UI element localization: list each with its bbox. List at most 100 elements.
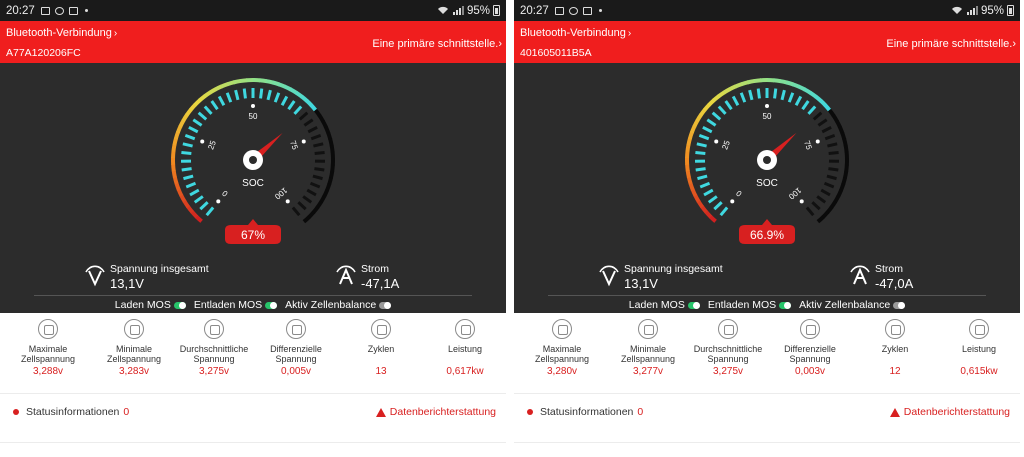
metric-label: Durchschnittliche Spannung <box>179 344 249 364</box>
mail-notification-icon <box>68 6 78 15</box>
app-notification-icon <box>54 6 64 15</box>
cell-balance-toggle[interactable]: Aktiv Zellenbalance <box>285 299 392 311</box>
gauge-ring-segment <box>699 108 707 117</box>
differential-voltage-icon <box>286 319 306 339</box>
status-dot-icon <box>527 409 533 415</box>
gauge-tick <box>696 142 707 148</box>
status-time: 20:27 <box>520 4 549 17</box>
power-icon <box>969 319 989 339</box>
status-info-link[interactable]: Statusinformationen 0 <box>26 406 129 418</box>
gauge-ring-segment <box>327 177 334 186</box>
battery-percent: 95% <box>466 4 490 17</box>
gauge-tick <box>748 89 754 101</box>
soc-label: SOC <box>756 178 778 189</box>
cycles-icon <box>885 319 905 339</box>
max-voltage-icon <box>38 319 58 339</box>
gauge-tick <box>706 118 717 127</box>
current-label: Strom <box>361 263 390 275</box>
status-info-link[interactable]: Statusinformationen 0 <box>540 406 643 418</box>
gauge-ring-segment <box>172 176 179 185</box>
gauge-ring-segment <box>839 183 846 192</box>
metric-value: 3,275v <box>198 366 230 377</box>
gauge-ring-segment <box>328 138 334 147</box>
status-row: Statusinformationen 0 Datenberichterstatt… <box>514 393 1020 443</box>
gauge-ring-segment <box>695 113 703 122</box>
gauge-ring-segment <box>712 94 721 103</box>
gauge-tick <box>807 105 817 115</box>
charge-mos-toggle[interactable]: Laden MOS <box>629 299 700 311</box>
current-icon <box>850 265 870 285</box>
gauge-tick <box>816 195 827 204</box>
gauge-tick <box>309 181 321 189</box>
toggle-switch-off[interactable] <box>379 301 392 309</box>
more-notifications-icon <box>598 9 602 12</box>
gauge-tick <box>827 142 838 148</box>
discharge-mos-toggle[interactable]: Entladen MOS <box>194 299 278 311</box>
gauge-tick <box>192 118 203 127</box>
cycles-icon <box>371 319 391 339</box>
gauge-scale-label: 75 <box>802 139 814 151</box>
status-row: Statusinformationen 0 Datenberichterstatt… <box>0 393 506 443</box>
gauge-tick <box>823 181 835 189</box>
gauge-ring-segment <box>208 87 217 95</box>
metric-value: 0,617kw <box>446 366 484 377</box>
gauge-ring-segment <box>803 87 812 95</box>
gauge-ring-segment <box>844 164 849 173</box>
toggle-label: Laden MOS <box>114 299 171 311</box>
toggle-switch-off[interactable] <box>893 301 906 309</box>
gauge-tick <box>812 111 823 121</box>
voltage-value: 13,1V <box>624 276 658 291</box>
interface-link[interactable]: Eine primäre schnittstelle.› <box>886 38 1016 50</box>
current-label: Strom <box>875 263 904 275</box>
bluetooth-connection-link[interactable]: Bluetooth-Verbindung › <box>520 27 631 39</box>
gauge-ring-segment <box>688 182 695 191</box>
mos-toggles: Laden MOS Entladen MOS Aktiv Zellenbalan… <box>0 299 506 311</box>
toggle-switch-on[interactable] <box>687 301 700 309</box>
interface-link[interactable]: Eine primäre schnittstelle.› <box>372 38 502 50</box>
voltage-icon <box>599 265 619 287</box>
metric-label: Leistung <box>961 344 997 354</box>
gauge-tick <box>181 167 192 172</box>
gauge-tick <box>312 174 323 181</box>
gauge-ring-segment <box>821 210 830 219</box>
gauge-scale-label: 50 <box>763 112 772 121</box>
metric-label: Leistung <box>447 344 483 354</box>
gauge-tick <box>739 92 747 103</box>
bluetooth-connection-link[interactable]: Bluetooth-Verbindung › <box>6 27 117 39</box>
gauge-ring-segment <box>717 90 726 98</box>
bluetooth-label: Bluetooth-Verbindung <box>520 27 626 39</box>
cell-balance-toggle[interactable]: Aktiv Zellenbalance <box>799 299 906 311</box>
gauge-scale-dot <box>815 139 820 144</box>
discharge-mos-toggle[interactable]: Entladen MOS <box>708 299 792 311</box>
metric-value: 3,283v <box>118 366 150 377</box>
data-report-link[interactable]: Datenberichterstattung <box>375 406 496 418</box>
gauge-ring-segment <box>773 78 782 84</box>
gauge-ring-segment <box>313 108 322 117</box>
average-voltage-icon <box>204 319 224 339</box>
toggle-label: Laden MOS <box>628 299 685 311</box>
gauge-ring-segment <box>833 194 841 204</box>
gauge-ring-segment <box>171 144 177 152</box>
chevron-right-icon: › <box>627 28 632 39</box>
gauge-ring-segment <box>779 79 788 85</box>
voltage-label: Spannung insgesamt <box>110 263 209 275</box>
data-report-link[interactable]: Datenberichterstattung <box>889 406 1010 418</box>
gauge-ring-segment <box>825 205 834 214</box>
gauge-scale-dot <box>730 199 735 204</box>
gauge-tick <box>787 92 795 103</box>
gauge-tick <box>805 206 815 217</box>
metric-label: Zyklen <box>367 344 395 354</box>
toggle-switch-on[interactable] <box>779 301 792 309</box>
device-header: Bluetooth-Verbindung › 401605011B5A Eine … <box>514 21 1020 63</box>
min-voltage-icon <box>124 319 144 339</box>
toggle-label: Aktiv Zellenbalance <box>799 299 891 311</box>
status-info-label: Statusinformationen <box>540 406 634 418</box>
gauge-ring-segment <box>319 194 327 204</box>
metric-value: 3,277v <box>632 366 664 377</box>
charge-mos-toggle[interactable]: Laden MOS <box>115 299 186 311</box>
gauge-ring-segment <box>172 137 178 146</box>
toggle-switch-on[interactable] <box>265 301 278 309</box>
metric-value: 0,615kw <box>960 366 998 377</box>
toggle-switch-on[interactable] <box>173 301 186 309</box>
soc-label: SOC <box>242 178 264 189</box>
